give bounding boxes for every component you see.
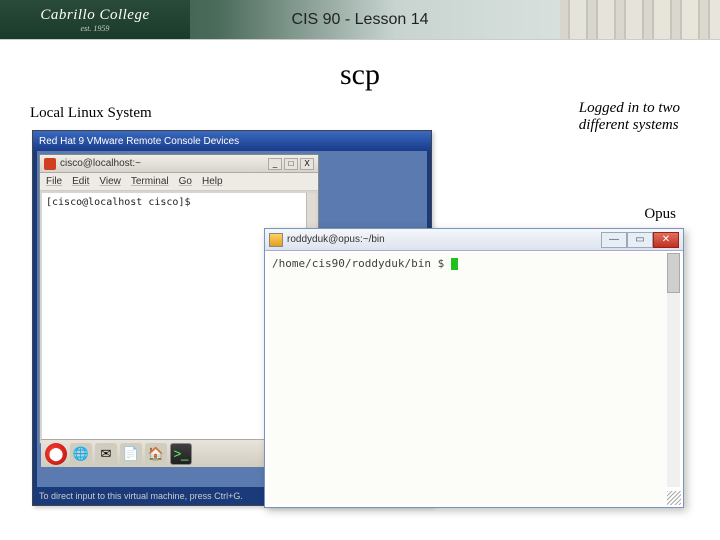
terminal-launcher-icon[interactable]: >_ [170, 443, 192, 465]
logged-label: Logged in to two different systems [579, 100, 680, 134]
gnome-terminal-title: cisco@localhost:~ [60, 158, 268, 169]
logged-line-2: different systems [579, 117, 679, 133]
college-logo: Cabrillo College est. 1959 [0, 0, 190, 39]
minimize-button[interactable]: — [601, 232, 627, 248]
scrollbar-thumb[interactable] [667, 253, 680, 293]
menu-edit[interactable]: Edit [72, 176, 89, 187]
opus-title: roddyduk@opus:~/bin [287, 234, 601, 245]
maximize-button[interactable]: ▭ [627, 232, 653, 248]
opus-scrollbar[interactable] [667, 253, 680, 487]
menu-go[interactable]: Go [179, 176, 192, 187]
vmware-title: Red Hat 9 VMware Remote Console Devices [39, 136, 425, 147]
opus-terminal-body[interactable]: /home/cis90/roddyduk/bin $ [268, 253, 667, 504]
header-columns-graphic [560, 0, 720, 39]
home-icon[interactable]: 🏠 [145, 443, 167, 465]
menu-terminal[interactable]: Terminal [131, 176, 169, 187]
mail-icon[interactable]: ✉ [95, 443, 117, 465]
opus-titlebar[interactable]: roddyduk@opus:~/bin — ▭ ✕ [265, 229, 683, 251]
header-banner: Cabrillo College est. 1959 CIS 90 - Less… [0, 0, 720, 40]
menu-view[interactable]: View [99, 176, 121, 187]
close-button[interactable]: ✕ [653, 232, 679, 248]
opus-prompt: /home/cis90/roddyduk/bin $ [272, 257, 451, 270]
rh-window-icon [44, 158, 56, 170]
close-button[interactable]: X [300, 158, 314, 170]
opus-window: roddyduk@opus:~/bin — ▭ ✕ /home/cis90/ro… [264, 228, 684, 508]
browser-icon[interactable]: 🌐 [70, 443, 92, 465]
college-name: Cabrillo College [40, 7, 149, 24]
cursor-icon [451, 258, 458, 270]
maximize-button[interactable]: □ [284, 158, 298, 170]
logged-line-1: Logged in to two [579, 100, 680, 116]
slide-title: scp [0, 58, 720, 92]
menu-file[interactable]: File [46, 176, 62, 187]
menu-help[interactable]: Help [202, 176, 223, 187]
putty-icon [269, 233, 283, 247]
gnome-terminal-titlebar[interactable]: cisco@localhost:~ _ □ X [40, 155, 318, 173]
local-label: Local Linux System [30, 105, 152, 122]
gnome-terminal-menubar: File Edit View Terminal Go Help [40, 173, 318, 191]
gnome-terminal-prompt: [cisco@localhost cisco]$ [46, 197, 191, 208]
vmware-titlebar[interactable]: Red Hat 9 VMware Remote Console Devices [33, 131, 431, 151]
redhat-menu-icon[interactable]: ⬤ [45, 443, 67, 465]
minimize-button[interactable]: _ [268, 158, 282, 170]
office-icon[interactable]: 📄 [120, 443, 142, 465]
resize-grip-icon[interactable] [667, 491, 681, 505]
opus-label: Opus [644, 206, 676, 223]
vmware-status-text: To direct input to this virtual machine,… [39, 491, 243, 501]
college-established: est. 1959 [81, 24, 110, 33]
course-title: CIS 90 - Lesson 14 [292, 11, 429, 29]
